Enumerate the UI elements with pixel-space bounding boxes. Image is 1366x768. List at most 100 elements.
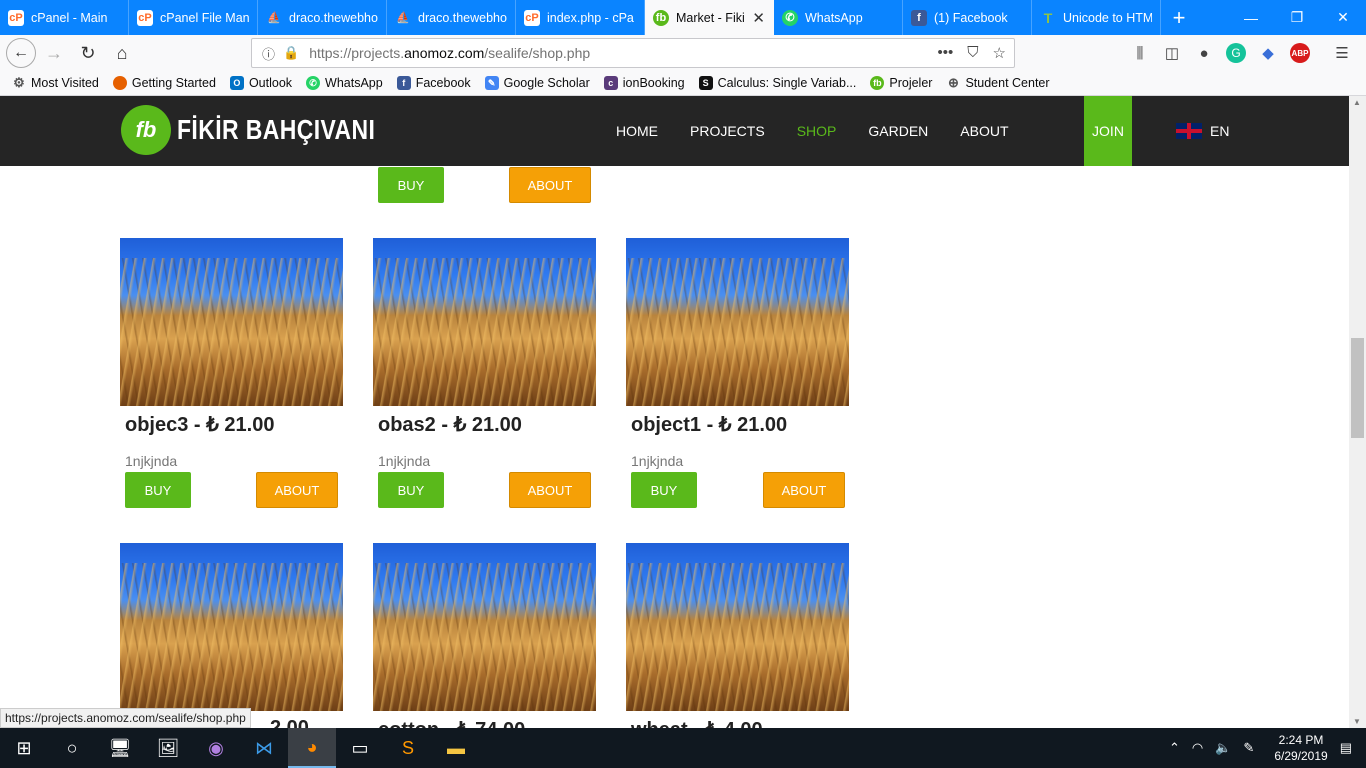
chevron-up-icon[interactable]: ⌃ — [1169, 740, 1180, 756]
back-button[interactable]: ← — [6, 38, 36, 68]
wheat-image[interactable] — [626, 238, 849, 406]
lock-icon[interactable]: 🔒 — [283, 45, 299, 61]
nav-about[interactable]: ABOUT — [944, 123, 1024, 139]
scholar-icon: ✎ — [484, 76, 499, 90]
github-icon[interactable]: ◉ — [192, 728, 240, 768]
photos-icon[interactable]: 🖼 — [144, 728, 192, 768]
site-logo[interactable]: fb FİKİR BAHÇIVANI — [121, 105, 419, 155]
sidebar-icon[interactable]: ◫ — [1162, 43, 1182, 63]
tab-cpanel-file-manager[interactable]: cP cPanel File Mana — [129, 0, 258, 35]
home-button[interactable]: ⌂ — [106, 37, 138, 69]
account-icon[interactable]: ● — [1194, 43, 1214, 63]
library-icon[interactable]: ⫼ — [1130, 43, 1150, 63]
adblock-icon[interactable]: ABP — [1290, 43, 1310, 63]
buy-button[interactable]: BUY — [125, 472, 191, 508]
grammarly-icon[interactable]: G — [1226, 43, 1246, 63]
bookmark-label: Outlook — [248, 76, 293, 90]
bookmark-label: Projeler — [889, 76, 933, 90]
bookmark-outlook[interactable]: O Outlook — [229, 76, 293, 90]
terminal-icon[interactable]: ▭ — [336, 728, 384, 768]
buy-button[interactable]: BUY — [378, 472, 444, 508]
about-button[interactable]: ABOUT — [509, 167, 591, 203]
wheat-image[interactable] — [373, 238, 596, 406]
cortana-icon[interactable]: ○ — [48, 728, 96, 768]
tab-label: draco.thewebho — [418, 10, 507, 25]
nav-home[interactable]: HOME — [600, 123, 674, 139]
product-description: 1njkjnda — [125, 453, 178, 469]
product-card: cotton - ₺ 74.00 — [373, 543, 597, 728]
bookmark-most-visited[interactable]: ⚙ Most Visited — [12, 75, 99, 90]
close-tab-icon[interactable]: ✕ — [752, 9, 765, 27]
file-explorer-icon[interactable]: ▬ — [432, 728, 480, 768]
nav-garden[interactable]: GARDEN — [852, 123, 944, 139]
scroll-down-arrow-icon[interactable]: ▼ — [1353, 717, 1361, 726]
bookmark-projeler[interactable]: fb Projeler — [870, 76, 932, 90]
minimize-button[interactable]: — — [1228, 0, 1274, 35]
info-icon[interactable]: ⓘ — [262, 44, 275, 63]
about-button[interactable]: ABOUT — [763, 472, 845, 508]
wheat-image[interactable] — [373, 543, 596, 711]
bookmark-calculus[interactable]: S Calculus: Single Variab... — [698, 76, 857, 90]
bookmark-student-center[interactable]: ⊕ Student Center — [946, 75, 1050, 90]
menu-icon[interactable]: ☰ — [1332, 43, 1352, 63]
restore-button[interactable]: ❐ — [1274, 0, 1320, 35]
about-button[interactable]: ABOUT — [509, 472, 591, 508]
tab-index-php[interactable]: cP index.php - cPa — [516, 0, 645, 35]
firefox-taskbar-icon[interactable]: ◕ — [288, 728, 336, 768]
vscode-icon[interactable]: ⋈ — [240, 728, 288, 768]
notifications-icon[interactable]: ▤ — [1340, 740, 1352, 756]
product-card: objec3 - ₺ 21.00 1njkjnda — [120, 238, 344, 469]
close-window-button[interactable]: ✕ — [1320, 0, 1366, 35]
join-button[interactable]: JOIN — [1084, 96, 1132, 166]
forward-button[interactable]: → — [38, 37, 70, 69]
sublime-icon[interactable]: S — [384, 728, 432, 768]
scroll-up-arrow-icon[interactable]: ▲ — [1353, 98, 1361, 107]
language-selector[interactable]: EN — [1176, 96, 1229, 166]
page-scrollbar[interactable]: ▲ ▼ — [1349, 96, 1366, 728]
buy-button[interactable]: BUY — [378, 167, 444, 203]
fb-icon: fb — [653, 9, 669, 26]
link-status-tooltip: https://projects.anomoz.com/sealife/shop… — [0, 708, 251, 728]
bookmark-ionbooking[interactable]: c ionBooking — [603, 76, 685, 90]
bookmark-facebook[interactable]: f Facebook — [396, 76, 471, 90]
bookmark-google-scholar[interactable]: ✎ Google Scholar — [484, 76, 590, 90]
nav-shop[interactable]: SHOP — [781, 123, 853, 139]
wheat-image[interactable] — [120, 543, 343, 711]
extension-icon[interactable]: ◆ — [1258, 43, 1278, 63]
wifi-icon[interactable]: ◠ — [1192, 740, 1203, 756]
tab-whatsapp[interactable]: ✆ WhatsApp — [774, 0, 903, 35]
pocket-icon[interactable]: ⛉ — [967, 44, 978, 62]
clock[interactable]: 2:24 PM 6/29/2019 — [1274, 732, 1327, 764]
clock-date: 6/29/2019 — [1274, 749, 1328, 763]
bookmark-label: Calculus: Single Variab... — [717, 76, 857, 90]
globe-icon: ⊕ — [948, 75, 959, 90]
volume-icon[interactable]: 🔈 — [1215, 740, 1231, 756]
bookmark-label: Most Visited — [31, 76, 99, 90]
windows-start-icon[interactable]: ⊞ — [0, 728, 48, 768]
buy-button[interactable]: BUY — [631, 472, 697, 508]
url-bar[interactable]: ⓘ 🔒 https://projects.anomoz.com/sealife/… — [251, 38, 1015, 68]
tab-cpanel-main[interactable]: cP cPanel - Main — [0, 0, 129, 35]
tab-draco-2[interactable]: ⛵ draco.thewebho — [387, 0, 516, 35]
about-button[interactable]: ABOUT — [256, 472, 338, 508]
new-tab-button[interactable]: + — [1161, 0, 1197, 35]
wheat-image[interactable] — [626, 543, 849, 711]
bookmark-star-icon[interactable]: ☆ — [993, 44, 1006, 62]
reload-button[interactable]: ↻ — [72, 37, 104, 69]
tab-market[interactable]: fb Market - Fiki ✕ — [645, 0, 774, 35]
pen-icon[interactable]: ✎ — [1243, 740, 1254, 756]
tab-draco-1[interactable]: ⛵ draco.thewebho — [258, 0, 387, 35]
projeler-icon: fb — [870, 76, 885, 90]
scrollbar-thumb[interactable] — [1351, 338, 1364, 438]
wheat-image[interactable] — [120, 238, 343, 406]
bookmark-whatsapp[interactable]: ✆ WhatsApp — [306, 76, 383, 90]
page-actions-icon[interactable]: ••• — [938, 44, 954, 62]
url-text[interactable]: https://projects.anomoz.com/sealife/shop… — [309, 45, 590, 61]
tab-unicode[interactable]: T Unicode to HTM — [1032, 0, 1161, 35]
this-pc-icon[interactable]: 🖥 — [96, 728, 144, 768]
tab-facebook[interactable]: f (1) Facebook — [903, 0, 1032, 35]
nav-projects[interactable]: PROJECTS — [674, 123, 781, 139]
bookmark-getting-started[interactable]: Getting Started — [112, 76, 216, 90]
whatsapp-icon: ✆ — [782, 9, 798, 26]
clock-time: 2:24 PM — [1278, 733, 1324, 747]
